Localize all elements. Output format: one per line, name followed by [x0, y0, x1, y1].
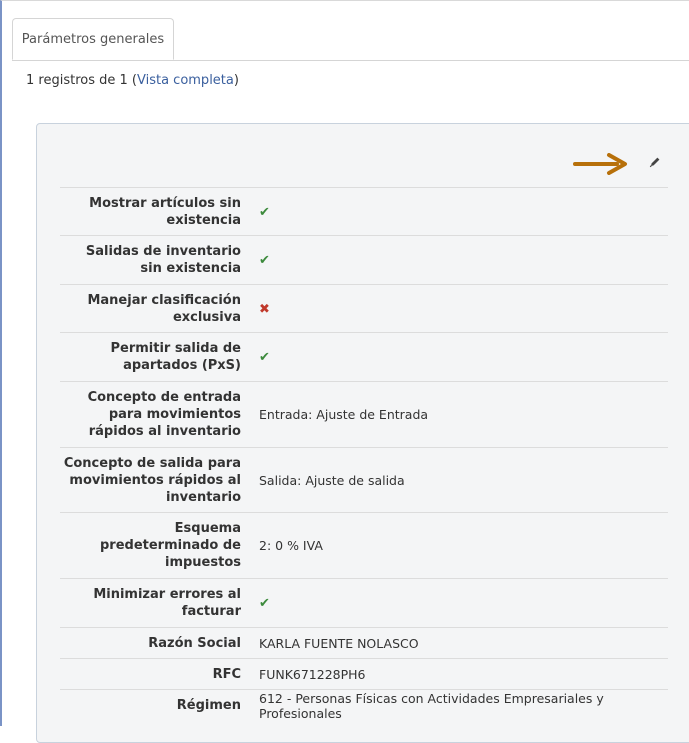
param-value: 612 - Personas Físicas con Actividades E…	[252, 689, 668, 722]
check-icon: ✔	[259, 253, 270, 268]
param-label: Minimizar errores al facturar	[60, 578, 252, 628]
param-value: ✔	[252, 578, 668, 628]
param-value: FUNK671228PH6	[252, 658, 668, 690]
pencil-icon[interactable]	[648, 155, 662, 169]
table-row: Razón Social KARLA FUENTE NOLASCO	[60, 627, 668, 659]
param-label: Concepto de salida para movimientos rápi…	[60, 447, 252, 513]
param-label: Salidas de inventario sin existencia	[60, 235, 252, 285]
param-value: 2: 0 % IVA	[252, 512, 668, 579]
param-value: KARLA FUENTE NOLASCO	[252, 627, 668, 659]
table-row: RFC FUNK671228PH6	[60, 658, 668, 690]
table-row: Concepto de salida para movimientos rápi…	[60, 447, 668, 513]
arrow-right-icon	[573, 153, 627, 175]
records-count-text: 1 registros de 1 (	[26, 73, 137, 88]
param-value: ✖	[252, 284, 668, 333]
table-row: Permitir salida de apartados (PxS) ✔	[60, 332, 668, 382]
page-frame: Parámetros generales 1 registros de 1 (V…	[0, 0, 689, 743]
check-icon: ✔	[259, 350, 270, 365]
param-label: Régimen	[60, 689, 252, 722]
table-row: Minimizar errores al facturar ✔	[60, 578, 668, 628]
parameters-panel: Mostrar artículos sin existencia ✔ Salid…	[36, 123, 689, 743]
param-label: Mostrar artículos sin existencia	[60, 187, 252, 236]
full-view-link[interactable]: Vista completa	[137, 73, 234, 88]
records-suffix-text: )	[233, 73, 239, 88]
table-row: Esquema predeterminado de impuestos 2: 0…	[60, 512, 668, 579]
check-icon: ✔	[259, 596, 270, 611]
param-value: ✔	[252, 332, 668, 382]
parameters-table: Mostrar artículos sin existencia ✔ Salid…	[60, 187, 668, 722]
table-row: Régimen 612 - Personas Físicas con Activ…	[60, 689, 668, 722]
param-value: Entrada: Ajuste de Entrada	[252, 381, 668, 448]
param-label: Razón Social	[60, 627, 252, 659]
param-value: ✔	[252, 187, 668, 236]
tab-bar: Parámetros generales	[12, 18, 689, 61]
panel-toolbar	[37, 124, 689, 187]
param-value: ✔	[252, 235, 668, 285]
check-icon: ✔	[259, 204, 270, 220]
table-row: Mostrar artículos sin existencia ✔	[60, 187, 668, 236]
table-row: Concepto de entrada para movimientos ráp…	[60, 381, 668, 448]
param-label: Manejar clasificación exclusiva	[60, 284, 252, 333]
table-row: Salidas de inventario sin existencia ✔	[60, 235, 668, 285]
tab-parametros-generales[interactable]: Parámetros generales	[12, 18, 174, 60]
records-summary: 1 registros de 1 (Vista completa)	[26, 73, 239, 88]
param-label: Permitir salida de apartados (PxS)	[60, 332, 252, 382]
cross-icon: ✖	[259, 301, 270, 317]
param-label: Concepto de entrada para movimientos ráp…	[60, 381, 252, 448]
param-label: RFC	[60, 658, 252, 690]
param-value: Salida: Ajuste de salida	[252, 447, 668, 513]
table-row: Manejar clasificación exclusiva ✖	[60, 284, 668, 333]
param-label: Esquema predeterminado de impuestos	[60, 512, 252, 579]
